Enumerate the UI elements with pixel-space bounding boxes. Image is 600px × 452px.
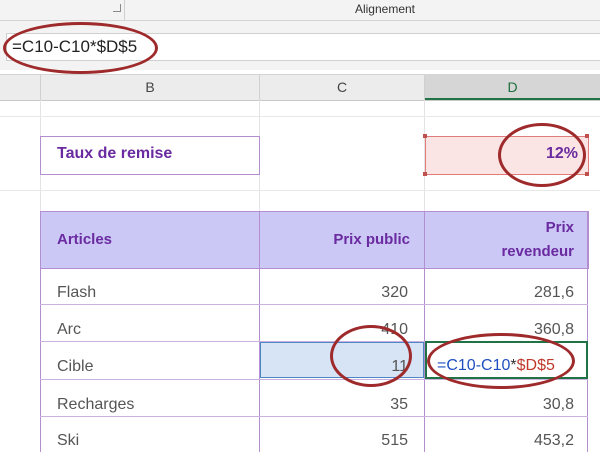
selection-handle [423,172,427,176]
ribbon-divider [124,0,125,20]
grid-line [0,190,600,191]
table-border [40,416,588,417]
cell-prix-public[interactable]: 35 [270,396,408,414]
rate-label: Taux de remise [57,145,173,162]
cell-prix-revendeur[interactable]: 281,6 [440,284,574,302]
cell-article[interactable]: Recharges [57,396,134,414]
column-header-b[interactable]: B [41,75,260,100]
formula-eq: = [437,357,447,374]
selection-handle [423,134,427,138]
cell-article[interactable]: Cible [57,358,93,376]
cell-prix-public[interactable]: 320 [270,284,408,302]
cell-article[interactable]: Arc [57,321,81,339]
formula-ref-c10: C10 [481,357,511,374]
dialog-launcher-icon[interactable] [113,4,121,12]
table-border [40,379,588,380]
column-header-a[interactable] [0,75,41,100]
column-header-c[interactable]: C [260,75,425,100]
grid-line [0,116,600,117]
cell-prix-revendeur[interactable]: 360,8 [440,321,574,339]
selection-handle [585,134,589,138]
header-prix-revendeur-line1: Prix [545,219,574,236]
formula-ref-d5: $D$5 [516,357,555,374]
cell-prix-public[interactable]: 11 [270,358,408,376]
cell-prix-public[interactable]: 515 [270,432,408,450]
cell-article[interactable]: Flash [57,284,96,302]
cell-prix-revendeur[interactable]: 30,8 [440,396,574,414]
column-header-d[interactable]: D [425,75,600,100]
cell-article[interactable]: Ski [57,432,79,450]
ribbon-group-label: Alignement [354,2,416,16]
formula-ref-c10: C10 [446,357,476,374]
formula-text: =C10-C10*$D$5 [12,37,138,56]
header-prix-public: Prix public [333,231,410,248]
table-border [40,304,588,305]
header-articles: Articles [57,231,113,248]
header-prix-revendeur-line2: revendeur [501,243,574,260]
cell-prix-public[interactable]: 410 [270,321,408,339]
selection-handle [585,172,589,176]
cell-prix-revendeur[interactable]: 453,2 [440,432,574,450]
cell-formula-edit[interactable]: =C10-C10*$D$5 [437,357,555,375]
rate-value: 12% [545,145,578,162]
